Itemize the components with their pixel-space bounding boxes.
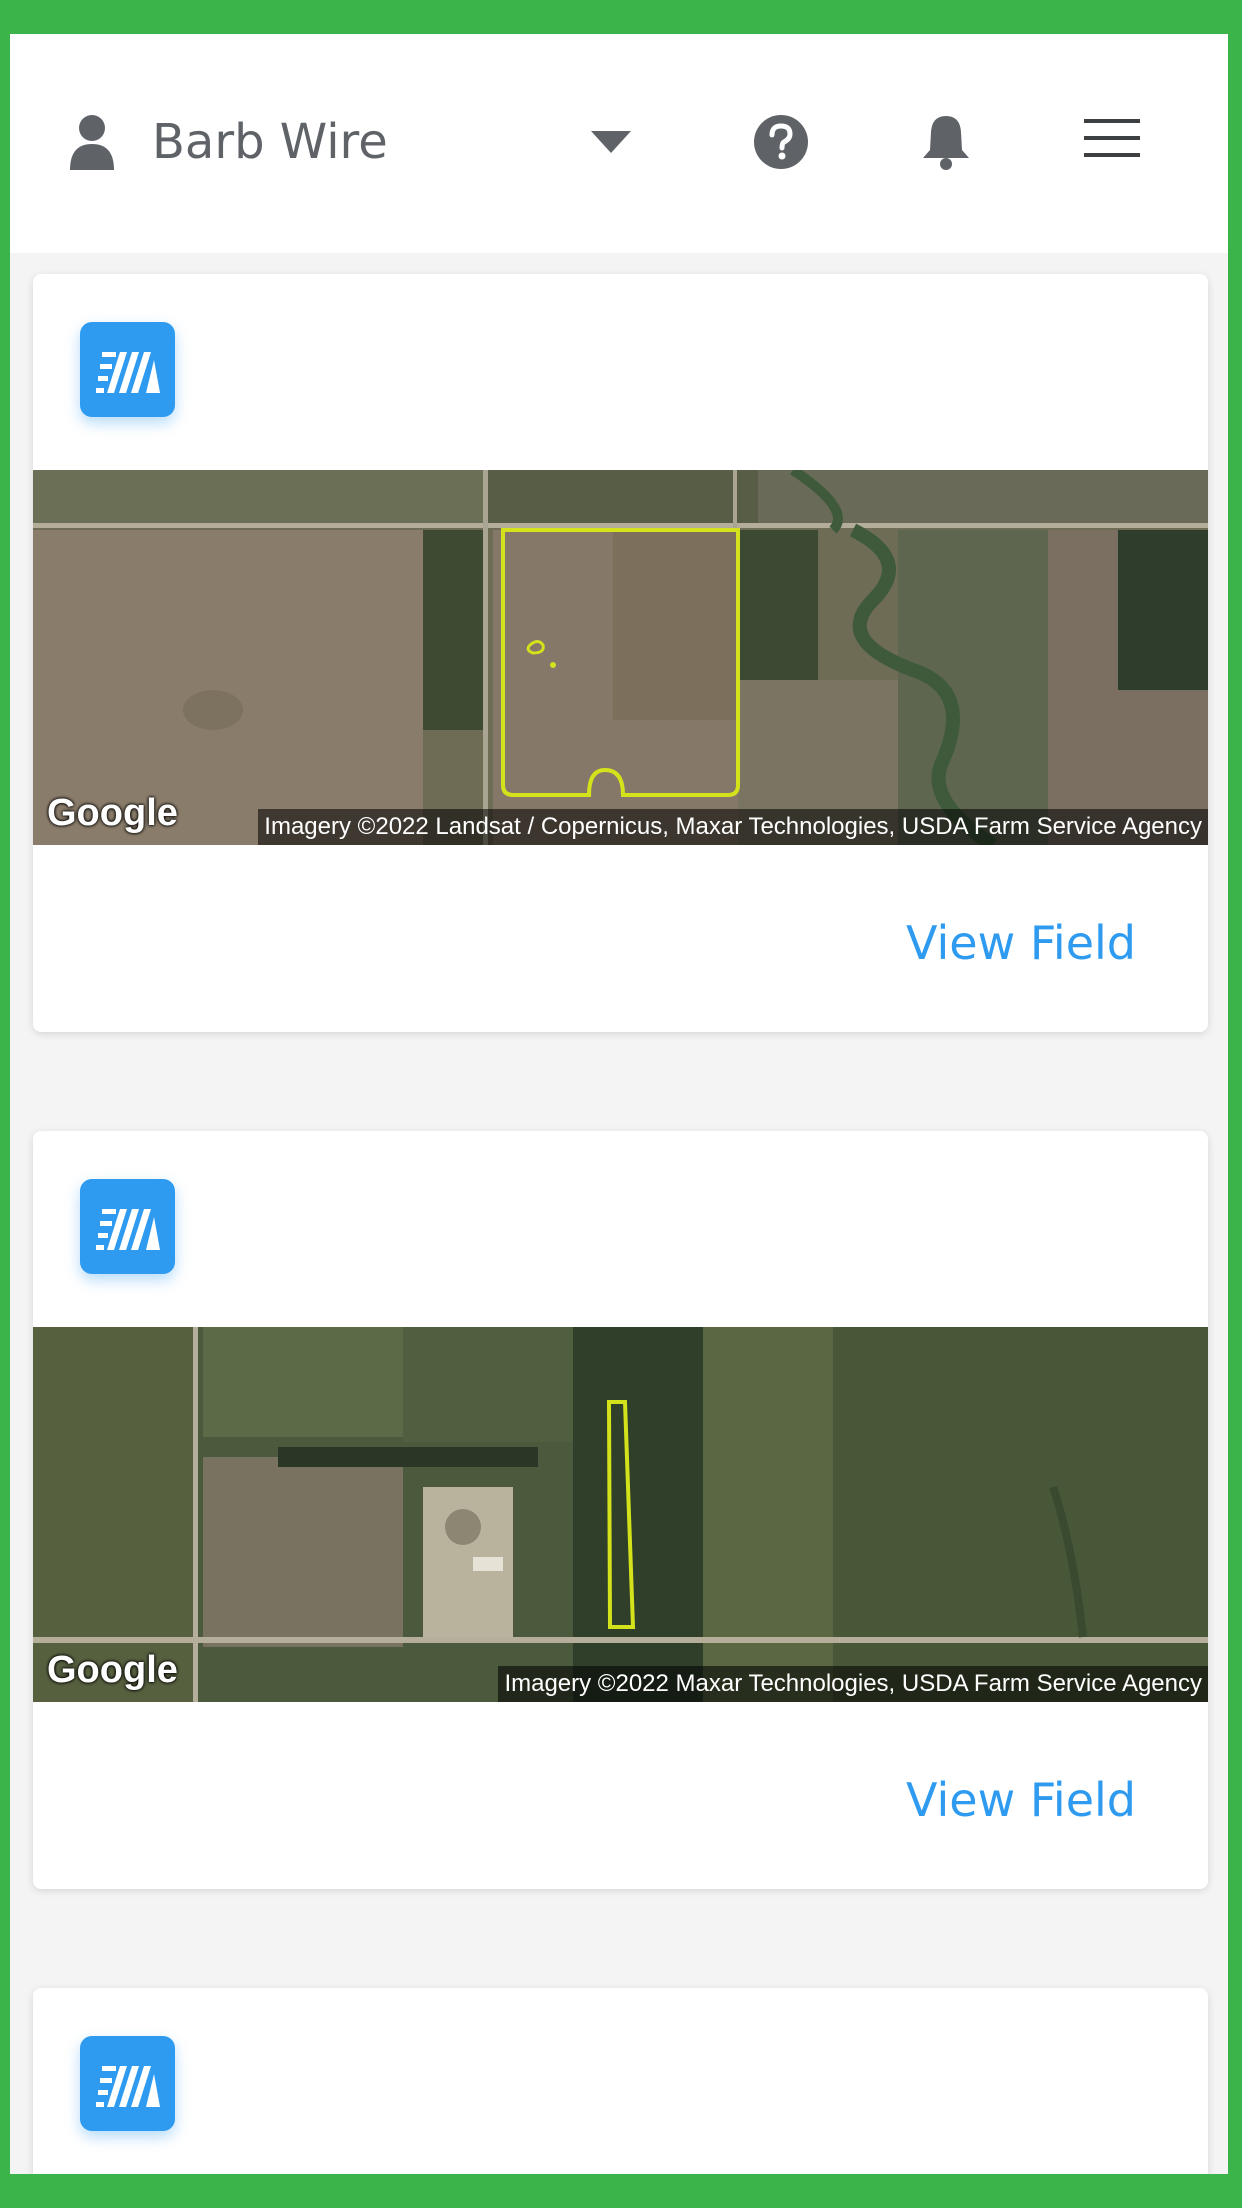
hamburger-menu-icon[interactable] bbox=[1084, 116, 1140, 160]
field-card bbox=[33, 1988, 1208, 2174]
google-logo: Google bbox=[47, 792, 178, 834]
satellite-image bbox=[33, 470, 1208, 845]
satellite-image bbox=[33, 1327, 1208, 1702]
app-frame: Barb Wire Google Imagery ©2022 Landsat /… bbox=[10, 34, 1228, 2174]
view-field-button[interactable]: View Field bbox=[906, 1773, 1136, 1827]
field-card: Google Imagery ©2022 Maxar Technologies,… bbox=[33, 1131, 1208, 1889]
top-bar: Barb Wire bbox=[10, 34, 1228, 253]
view-field-button[interactable]: View Field bbox=[906, 916, 1136, 970]
field-map[interactable]: Google Imagery ©2022 Maxar Technologies,… bbox=[33, 1327, 1208, 1702]
field-card: Google Imagery ©2022 Landsat / Copernicu… bbox=[33, 274, 1208, 1032]
user-icon[interactable] bbox=[68, 114, 116, 170]
account-name[interactable]: Barb Wire bbox=[152, 111, 388, 173]
field-map[interactable]: Google Imagery ©2022 Landsat / Copernicu… bbox=[33, 470, 1208, 845]
question-circle-icon[interactable] bbox=[753, 114, 809, 170]
caret-down-icon[interactable] bbox=[589, 127, 633, 157]
map-attribution: Imagery ©2022 Landsat / Copernicus, Maxa… bbox=[258, 809, 1208, 845]
app-logo-icon bbox=[80, 2036, 175, 2131]
app-logo-icon bbox=[80, 322, 175, 417]
google-logo: Google bbox=[47, 1649, 178, 1691]
app-logo-icon bbox=[80, 1179, 175, 1274]
map-attribution: Imagery ©2022 Maxar Technologies, USDA F… bbox=[498, 1666, 1208, 1702]
bell-icon[interactable] bbox=[920, 112, 972, 172]
